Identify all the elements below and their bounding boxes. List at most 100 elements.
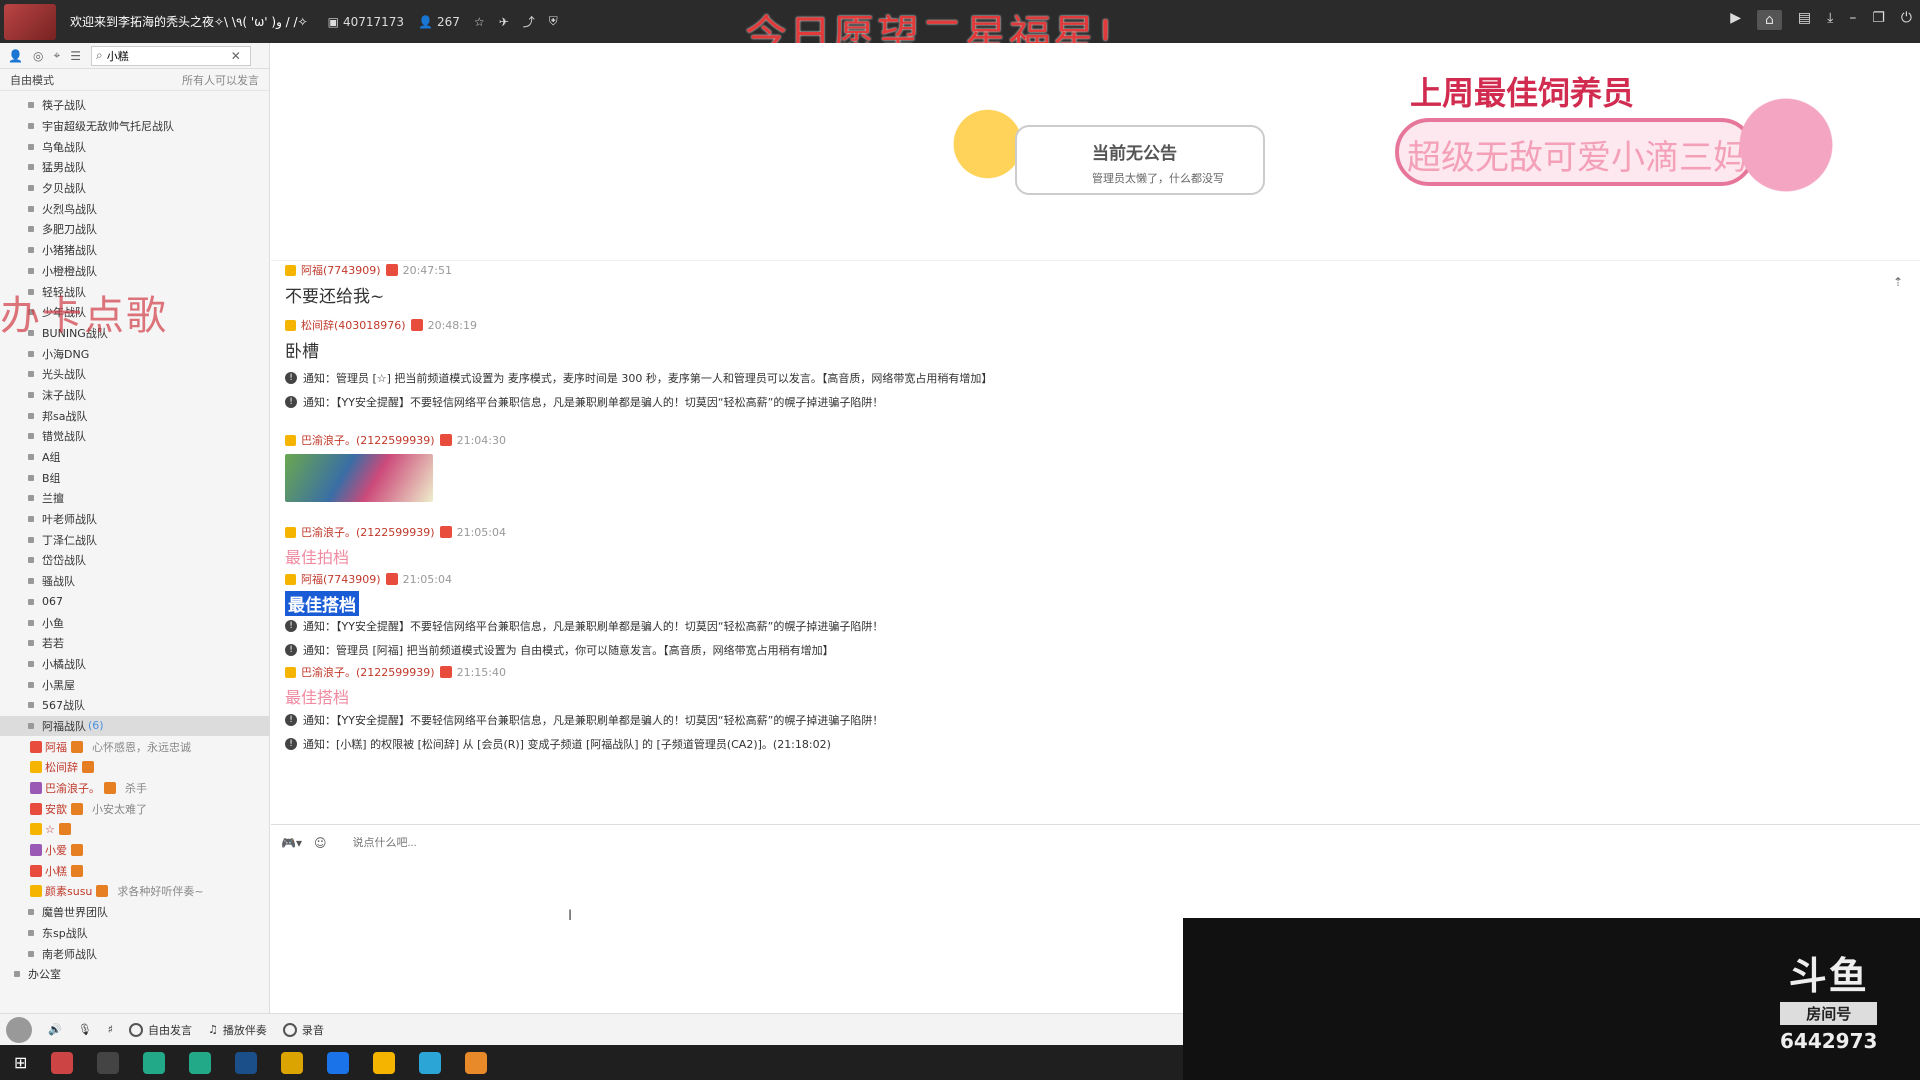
- restore-icon[interactable]: ❐: [1872, 10, 1885, 30]
- record-button[interactable]: 录音: [282, 1022, 324, 1038]
- video-icon[interactable]: ▶: [1730, 10, 1741, 30]
- taskbar-app-icon[interactable]: [143, 1051, 166, 1074]
- share-icon[interactable]: ⤴: [523, 13, 535, 30]
- member-item[interactable]: 小爱: [0, 840, 269, 861]
- member-item[interactable]: 颜素susu 求各种好听伴奏~: [0, 881, 269, 902]
- headset-icon[interactable]: ◎: [33, 49, 43, 63]
- channel-group-item[interactable]: 骚战队: [0, 571, 269, 592]
- member-item[interactable]: 阿福 心怀感恩，永远忠诚: [0, 736, 269, 757]
- minimize-icon[interactable]: –: [1849, 10, 1856, 30]
- channel-group-item[interactable]: 小海DNG: [0, 343, 269, 364]
- taskbar-app-icon[interactable]: [281, 1051, 304, 1074]
- channel-group-item[interactable]: 叶老师战队: [0, 509, 269, 530]
- play-music-button[interactable]: ♫ 播放伴奏: [208, 1022, 267, 1038]
- channel-group-item[interactable]: 邦sa战队: [0, 405, 269, 426]
- home-icon[interactable]: ⌂: [1757, 10, 1782, 30]
- taskbar-app-icon[interactable]: [327, 1051, 350, 1074]
- channel-group-item[interactable]: 筷子战队: [0, 95, 269, 116]
- message-user[interactable]: 松间辞(403018976): [301, 317, 406, 333]
- member-item[interactable]: 巴渝浪子。 杀手: [0, 778, 269, 799]
- taskbar-app-icon[interactable]: [419, 1051, 442, 1074]
- layout-icon[interactable]: ▤: [1798, 10, 1811, 30]
- mic-icon[interactable]: 🎙: [78, 1023, 92, 1036]
- group-icon: [28, 247, 34, 254]
- channel-group-item[interactable]: 丁泽仁战队: [0, 529, 269, 550]
- channel-avatar[interactable]: [4, 3, 56, 40]
- channel-group-item[interactable]: 火烈鸟战队: [0, 198, 269, 219]
- plane-icon[interactable]: ✈: [499, 15, 509, 29]
- emoji-search-icon[interactable]: ☺: [314, 836, 327, 850]
- location-icon[interactable]: ⌖: [53, 48, 60, 63]
- channel-group-label: 魔兽世界团队: [42, 906, 108, 920]
- channel-group-item[interactable]: 067: [0, 592, 269, 613]
- member-item[interactable]: 松间辞: [0, 757, 269, 778]
- windows-start-icon[interactable]: ⊞: [14, 1053, 27, 1072]
- free-speak-button[interactable]: 自由发言: [129, 1022, 192, 1038]
- notice-line: ! 通知：管理员 [☆] 把当前频道模式设置为 麦序模式，麦序时间是 300 秒，…: [285, 370, 992, 386]
- channel-group-item[interactable]: 光头战队: [0, 364, 269, 385]
- channel-group-item[interactable]: 567战队: [0, 695, 269, 716]
- gamepad-icon[interactable]: 🎮▾: [281, 836, 302, 850]
- taskbar-app-icon[interactable]: [373, 1051, 396, 1074]
- channel-group-item[interactable]: 小猪猪战队: [0, 240, 269, 261]
- channel-group-item[interactable]: 宇宙超级无敌帅气托尼战队: [0, 116, 269, 137]
- shield-icon[interactable]: ⛨: [549, 14, 558, 29]
- mode-dropdown[interactable]: 自由模式: [10, 72, 54, 88]
- channel-group-label: 567战队: [42, 699, 85, 713]
- channel-group-item[interactable]: 若若: [0, 633, 269, 654]
- channel-group-item[interactable]: 南老师战队: [0, 943, 269, 964]
- song-request-overlay: 办卡点歌: [0, 293, 168, 339]
- channel-group-item[interactable]: 沫子战队: [0, 385, 269, 406]
- speaker-icon[interactable]: 🔊: [48, 1023, 62, 1036]
- channel-group-item[interactable]: B组: [0, 467, 269, 488]
- channel-group-item[interactable]: 小橘战队: [0, 654, 269, 675]
- channel-group-item[interactable]: 乌龟战队: [0, 136, 269, 157]
- search-input[interactable]: [106, 49, 227, 62]
- id-icon: ▣: [327, 14, 339, 29]
- channel-group-item[interactable]: 兰擅: [0, 488, 269, 509]
- download-icon[interactable]: ⤓: [1827, 10, 1833, 30]
- channel-group-item[interactable]: 岱岱战队: [0, 550, 269, 571]
- channel-group-item[interactable]: 夕贝战队: [0, 178, 269, 199]
- group-icon: [28, 164, 34, 171]
- channel-group-item[interactable]: A组: [0, 447, 269, 468]
- sidebar-search[interactable]: ⌕ ✕: [90, 45, 251, 66]
- taskbar-app-icon[interactable]: [97, 1051, 120, 1074]
- member-item[interactable]: 安歆 小安太难了: [0, 798, 269, 819]
- message-user[interactable]: 阿福(7743909): [301, 571, 381, 587]
- channel-group-selected[interactable]: 阿福战队 (6): [0, 715, 269, 737]
- channel-group-item[interactable]: 多肥刀战队: [0, 219, 269, 240]
- mixer-icon[interactable]: ♯: [108, 1023, 113, 1036]
- channel-group-item[interactable]: 东sp战队: [0, 923, 269, 944]
- group-icon: [28, 909, 34, 916]
- member-item[interactable]: ☆: [0, 819, 269, 840]
- message-image[interactable]: [285, 454, 433, 502]
- person-icon[interactable]: 👤: [8, 49, 23, 63]
- channel-group-item[interactable]: 魔兽世界团队: [0, 902, 269, 923]
- message-user[interactable]: 阿福(7743909): [301, 262, 381, 278]
- power-icon[interactable]: ⏻: [1901, 10, 1912, 30]
- message-user[interactable]: 巴渝浪子。(2122599939): [301, 524, 435, 540]
- channel-group-item[interactable]: 猛男战队: [0, 157, 269, 178]
- group-icon: [28, 350, 34, 357]
- channel-group-item[interactable]: 小黑屋: [0, 674, 269, 695]
- member-item[interactable]: 小糕: [0, 860, 269, 881]
- taskbar-app-icon[interactable]: [189, 1051, 212, 1074]
- message-editor[interactable]: [271, 860, 1181, 1010]
- favorite-icon[interactable]: ☆: [474, 15, 485, 29]
- user-avatar[interactable]: [6, 1016, 32, 1043]
- chat-input[interactable]: [352, 836, 753, 849]
- taskbar-app-icon[interactable]: [465, 1051, 488, 1074]
- scroll-top-icon[interactable]: ⇡: [1893, 275, 1903, 289]
- steam-icon[interactable]: [235, 1051, 258, 1074]
- channel-group-item[interactable]: 错觉战队: [0, 426, 269, 447]
- channel-group-label: 小海DNG: [42, 347, 90, 361]
- root-channel-item[interactable]: 办公室: [0, 964, 269, 985]
- message-user[interactable]: 巴渝浪子。(2122599939): [301, 432, 435, 448]
- clear-icon[interactable]: ✕: [231, 49, 241, 63]
- channel-group-item[interactable]: 小鱼: [0, 612, 269, 633]
- channel-group-item[interactable]: 小橙橙战队: [0, 261, 269, 282]
- list-icon[interactable]: ☰: [70, 49, 81, 63]
- taskbar-app-icon[interactable]: [51, 1051, 74, 1074]
- message-user[interactable]: 巴渝浪子。(2122599939): [301, 664, 435, 680]
